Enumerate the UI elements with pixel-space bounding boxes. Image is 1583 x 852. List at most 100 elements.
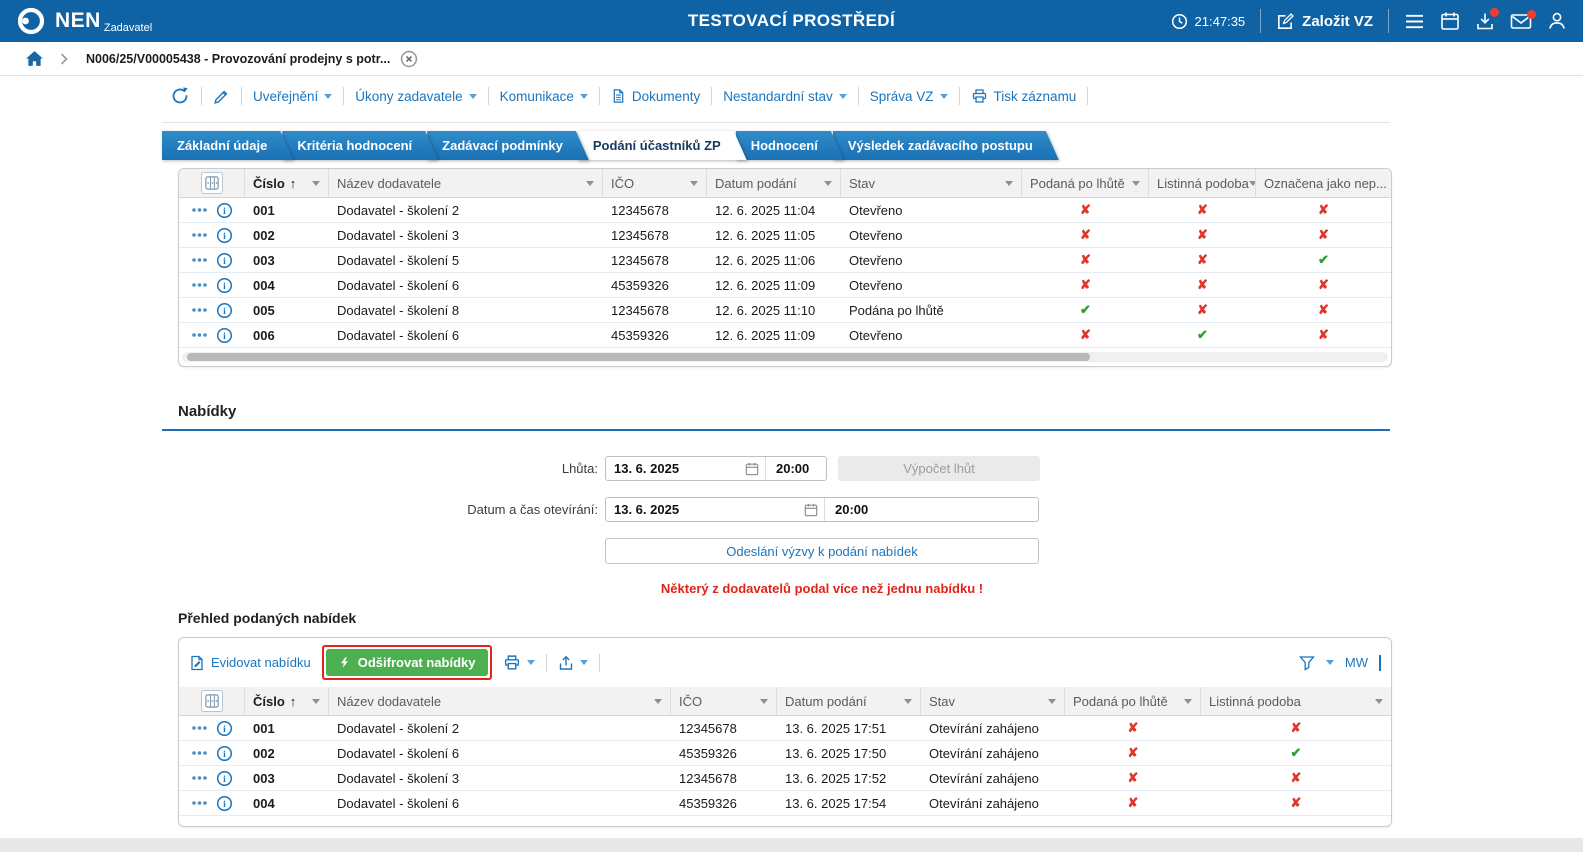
column-header-cislo[interactable]: Číslo↑	[245, 687, 329, 715]
close-tab-icon[interactable]	[400, 50, 418, 68]
filter-icon[interactable]	[1184, 699, 1192, 704]
column-header-datum[interactable]: Datum podání	[777, 687, 921, 715]
info-icon[interactable]: i	[216, 770, 233, 787]
breadcrumb-item[interactable]: N006/25/V00005438 - Provozování prodejny…	[86, 52, 390, 66]
filter-icon[interactable]	[312, 699, 320, 704]
menu-tisk-zaznamu[interactable]: Tisk záznamu	[971, 88, 1077, 104]
column-header-cislo[interactable]: Číslo↑	[245, 169, 329, 197]
column-header-listinna-podoba[interactable]: Listinná podoba	[1149, 169, 1256, 197]
filter-icon[interactable]	[1375, 699, 1383, 704]
filter-icon[interactable]	[312, 181, 320, 186]
tab-kriteria-hodnoceni[interactable]: Kritéria hodnocení	[282, 131, 438, 160]
mail-icon[interactable]	[1510, 13, 1532, 30]
column-chooser-icon[interactable]	[201, 690, 223, 712]
info-icon[interactable]: i	[216, 277, 233, 294]
calculate-deadlines-button[interactable]: Výpočet lhůt	[838, 456, 1040, 481]
row-menu-icon[interactable]	[191, 330, 208, 340]
menu-dokumenty[interactable]: Dokumenty	[611, 88, 700, 104]
column-header-oznacena[interactable]: Označena jako nep...	[1256, 169, 1391, 197]
info-icon[interactable]: i	[216, 252, 233, 269]
column-header-ico[interactable]: IČO	[671, 687, 777, 715]
table-row[interactable]: i 006 Dodavatel - školení 6 45359326 12.…	[179, 323, 1391, 348]
calendar-icon[interactable]	[804, 503, 818, 517]
tab-zakladni-udaje[interactable]: Základní údaje	[162, 131, 293, 160]
table-row[interactable]: i 004 Dodavatel - školení 6 45359326 13.…	[179, 791, 1391, 816]
column-chooser[interactable]	[179, 687, 245, 715]
filter-icon[interactable]	[824, 181, 832, 186]
column-chooser-icon[interactable]	[201, 172, 223, 194]
column-header-podana-po-lhute[interactable]: Podaná po lhůtě	[1065, 687, 1201, 715]
nen-logo-icon[interactable]: NEN Zadavatel	[16, 6, 152, 36]
menu-komunikace[interactable]: Komunikace	[500, 89, 588, 104]
calendar-icon[interactable]	[745, 462, 759, 476]
session-timer[interactable]: 21:47:35	[1171, 13, 1246, 30]
tab-vysledek[interactable]: Výsledek zadávacího postupu	[833, 131, 1059, 160]
table-row[interactable]: i 003 Dodavatel - školení 5 12345678 12.…	[179, 248, 1391, 273]
back-refresh-icon[interactable]	[170, 86, 190, 106]
filter-icon[interactable]	[1249, 181, 1256, 186]
column-header-datum[interactable]: Datum podání	[707, 169, 841, 197]
column-header-nazev[interactable]: Název dodavatele	[329, 169, 603, 197]
table-row[interactable]: i 004 Dodavatel - školení 6 45359326 12.…	[179, 273, 1391, 298]
info-icon[interactable]: i	[216, 202, 233, 219]
info-icon[interactable]: i	[216, 795, 233, 812]
horizontal-scrollbar[interactable]	[182, 352, 1388, 362]
opening-time-value[interactable]: 20:00	[825, 502, 1038, 517]
filter-preset-link[interactable]: MW	[1345, 655, 1368, 670]
deadline-date-value[interactable]: 13. 6. 2025	[606, 461, 745, 476]
print-button[interactable]	[503, 654, 535, 671]
row-menu-icon[interactable]	[191, 798, 208, 808]
menu-ukony-zadavatele[interactable]: Úkony zadavatele	[355, 89, 476, 104]
info-icon[interactable]: i	[216, 720, 233, 737]
filter-icon[interactable]	[1005, 181, 1013, 186]
info-icon[interactable]: i	[216, 745, 233, 762]
deadline-time-value[interactable]: 20:00	[766, 461, 826, 476]
row-menu-icon[interactable]	[191, 280, 208, 290]
tab-zadavaci-podminky[interactable]: Zadávací podmínky	[427, 131, 589, 160]
info-icon[interactable]: i	[216, 302, 233, 319]
table-row[interactable]: i 003 Dodavatel - školení 3 12345678 13.…	[179, 766, 1391, 791]
opening-field[interactable]: 13. 6. 2025 20:00	[605, 497, 1039, 522]
menu-sprava-vz[interactable]: Správa VZ	[870, 89, 948, 104]
tab-podani-ucastniku-zp[interactable]: Podání účastníků ZP	[578, 131, 747, 160]
table-row[interactable]: i 002 Dodavatel - školení 3 12345678 12.…	[179, 223, 1391, 248]
filter-icon[interactable]	[586, 181, 594, 186]
menu-uverejneni[interactable]: Uveřejnění	[253, 89, 332, 104]
decrypt-offers-button[interactable]: Odšifrovat nabídky	[326, 649, 489, 676]
row-menu-icon[interactable]	[191, 255, 208, 265]
opening-date-value[interactable]: 13. 6. 2025	[606, 502, 804, 517]
column-header-podana-po-lhute[interactable]: Podaná po lhůtě	[1022, 169, 1149, 197]
edit-pencil-icon[interactable]	[213, 88, 230, 105]
user-icon[interactable]	[1547, 11, 1567, 31]
table-row[interactable]: i 005 Dodavatel - školení 8 12345678 12.…	[179, 298, 1391, 323]
calendar-icon[interactable]	[1440, 11, 1460, 31]
tab-hodnoceni[interactable]: Hodnocení	[736, 131, 844, 160]
send-call-button[interactable]: Odeslání výzvy k podání nabídek	[605, 538, 1039, 564]
filter-icon[interactable]	[690, 181, 698, 186]
column-header-stav[interactable]: Stav	[841, 169, 1022, 197]
row-menu-icon[interactable]	[191, 205, 208, 215]
menu-icon[interactable]	[1404, 13, 1425, 30]
create-vz-button[interactable]: Založit VZ	[1276, 12, 1373, 31]
row-menu-icon[interactable]	[191, 723, 208, 733]
column-chooser[interactable]	[179, 169, 245, 197]
filter-icon[interactable]	[1132, 181, 1140, 186]
register-offer-link[interactable]: Evidovat nabídku	[189, 655, 311, 671]
filter-icon[interactable]	[1048, 699, 1056, 704]
column-header-nazev[interactable]: Název dodavatele	[329, 687, 671, 715]
table-row[interactable]: i 002 Dodavatel - školení 6 45359326 13.…	[179, 741, 1391, 766]
column-header-stav[interactable]: Stav	[921, 687, 1065, 715]
row-menu-icon[interactable]	[191, 773, 208, 783]
download-icon[interactable]	[1475, 11, 1495, 31]
filter-icon[interactable]	[760, 699, 768, 704]
filter-funnel-icon[interactable]	[1299, 655, 1315, 671]
menu-nestandardni-stav[interactable]: Nestandardní stav	[723, 89, 847, 104]
table-row[interactable]: i 001 Dodavatel - školení 2 12345678 13.…	[179, 716, 1391, 741]
column-header-listinna-podoba[interactable]: Listinná podoba	[1201, 687, 1391, 715]
row-menu-icon[interactable]	[191, 230, 208, 240]
deadline-field[interactable]: 13. 6. 2025 20:00	[605, 456, 827, 481]
column-header-ico[interactable]: IČO	[603, 169, 707, 197]
filter-icon[interactable]	[904, 699, 912, 704]
info-icon[interactable]: i	[216, 327, 233, 344]
export-button[interactable]	[558, 655, 588, 671]
